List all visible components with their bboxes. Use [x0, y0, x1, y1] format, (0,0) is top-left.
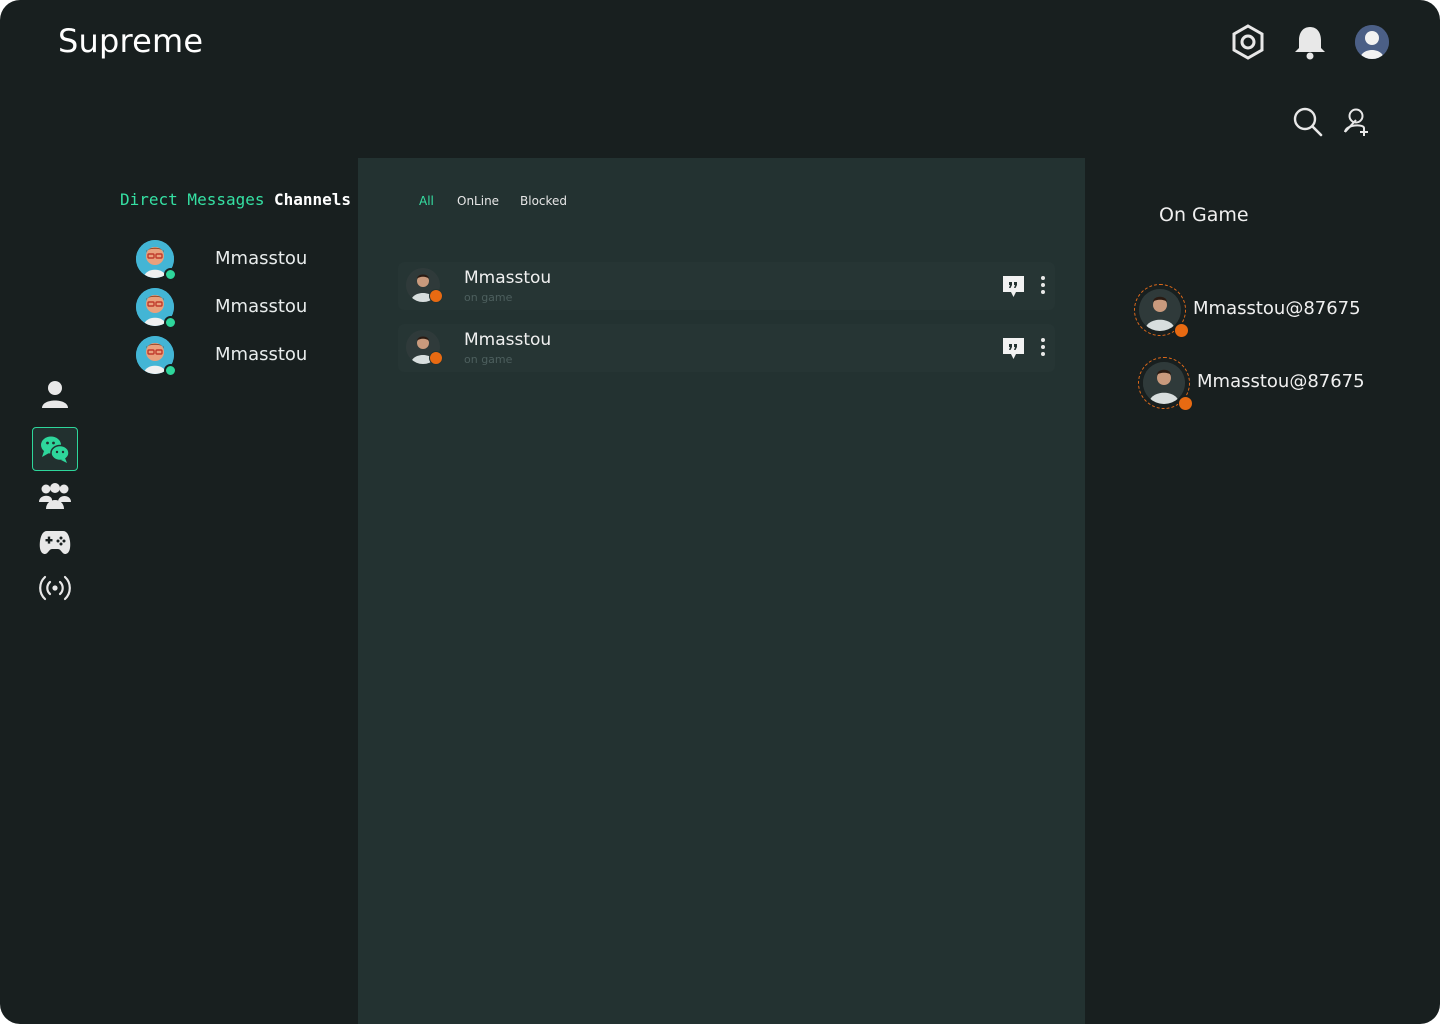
filter-tab-all[interactable]: All: [419, 194, 434, 208]
dm-list-item[interactable]: Mmasstou: [136, 240, 336, 281]
settings-icon[interactable]: [1230, 24, 1266, 60]
bell-icon[interactable]: [1292, 24, 1328, 60]
player-name: Mmasstou@87675: [1193, 298, 1361, 319]
dm-list-item[interactable]: Mmasstou: [136, 336, 336, 377]
nav-broadcast-icon[interactable]: [32, 566, 78, 610]
online-status-dot: [164, 268, 177, 281]
dm-name: Mmasstou: [215, 296, 308, 317]
more-options-icon[interactable]: [1038, 336, 1048, 365]
profile-avatar[interactable]: [1355, 25, 1389, 59]
online-status-dot: [164, 316, 177, 329]
on-game-player[interactable]: Mmasstou@87675: [1134, 284, 1394, 342]
online-status-dot: [164, 364, 177, 377]
message-icon[interactable]: [1001, 336, 1026, 366]
game-badge-icon: [429, 289, 443, 303]
add-friend-icon[interactable]: [1342, 106, 1372, 143]
avatar: [1143, 362, 1185, 404]
friend-row[interactable]: Mmasstou on game: [398, 324, 1055, 372]
friend-name: Mmasstou: [464, 268, 552, 288]
game-badge-icon: [1178, 396, 1193, 411]
app-window: Supreme Direct Messages Channels Mmassto…: [0, 0, 1440, 1024]
friends-panel: All OnLine Blocked Mmasstou on game Mmas…: [358, 158, 1085, 1024]
dm-name: Mmasstou: [215, 248, 308, 269]
friend-name: Mmasstou: [464, 330, 552, 350]
game-badge-icon: [1174, 323, 1189, 338]
search-icon[interactable]: [1292, 106, 1324, 143]
message-icon[interactable]: [1001, 274, 1026, 304]
friend-status: on game: [464, 291, 513, 304]
filter-tab-blocked[interactable]: Blocked: [520, 194, 567, 208]
friend-row[interactable]: Mmasstou on game: [398, 262, 1055, 310]
player-name: Mmasstou@87675: [1197, 371, 1365, 392]
nav-profile-icon[interactable]: [32, 372, 78, 416]
nav-chat-icon[interactable]: [32, 427, 78, 471]
on-game-player[interactable]: Mmasstou@87675: [1138, 357, 1398, 415]
nav-gamepad-icon[interactable]: [32, 520, 78, 564]
dm-list-item[interactable]: Mmasstou: [136, 288, 336, 329]
filter-tab-online[interactable]: OnLine: [457, 194, 499, 208]
friend-status: on game: [464, 353, 513, 366]
app-logo: Supreme: [58, 22, 204, 60]
tab-direct-messages[interactable]: Direct Messages: [120, 190, 265, 209]
dm-name: Mmasstou: [215, 344, 308, 365]
on-game-title: On Game: [1159, 204, 1249, 226]
tab-channels[interactable]: Channels: [274, 190, 351, 209]
game-badge-icon: [429, 351, 443, 365]
avatar: [1139, 289, 1181, 331]
nav-group-icon[interactable]: [32, 474, 78, 518]
more-options-icon[interactable]: [1038, 274, 1048, 303]
